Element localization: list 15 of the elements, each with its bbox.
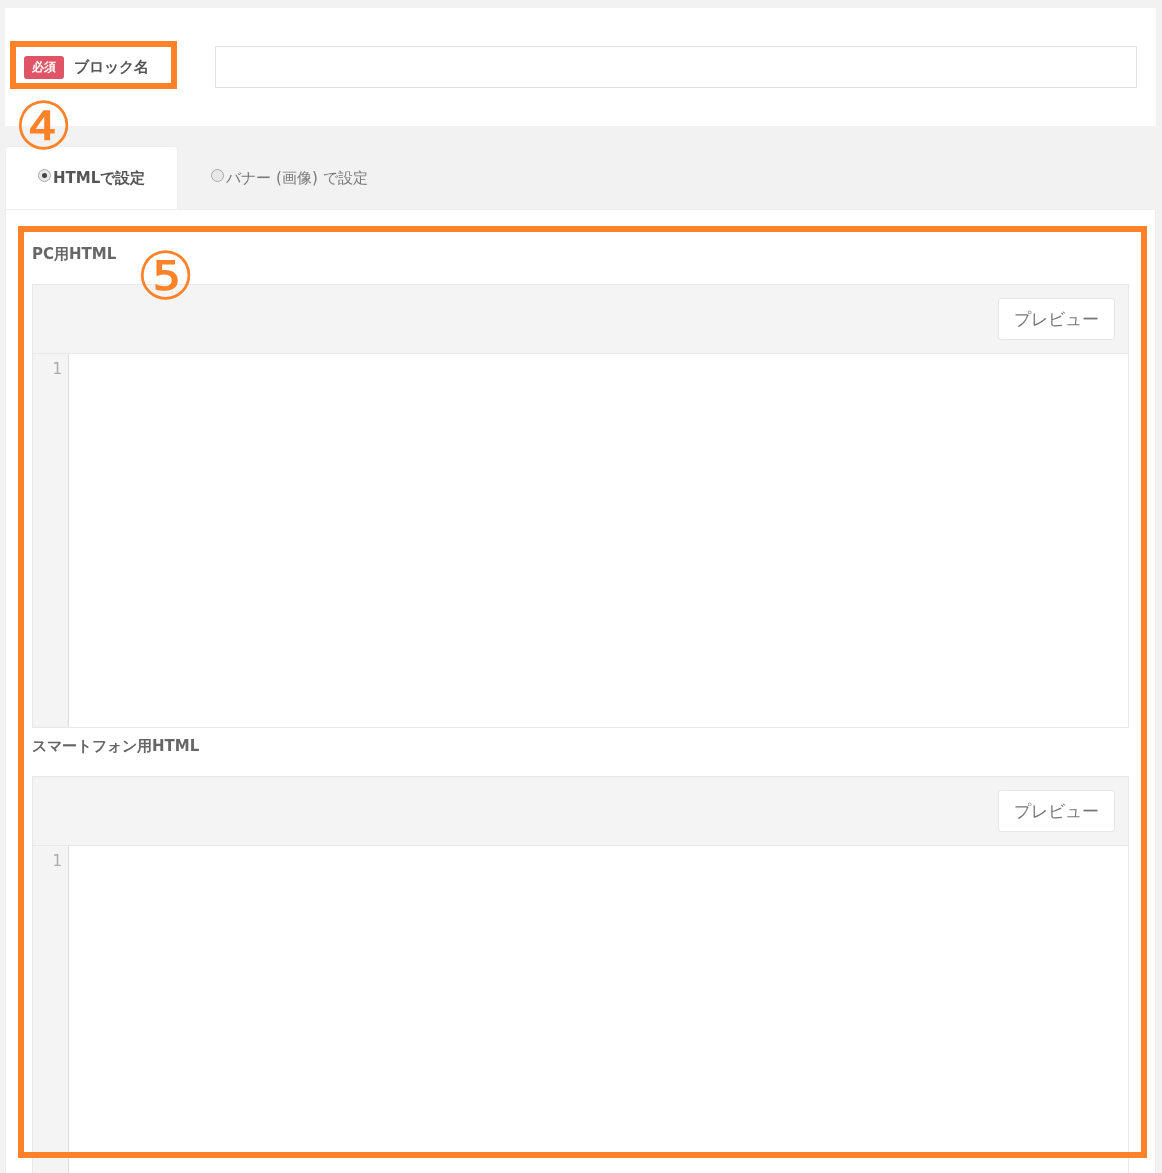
tab[interactable]: バナー (画像) で設定 <box>178 146 401 209</box>
section-title: PC用HTML <box>32 245 118 264</box>
line-number: 1 <box>52 852 62 870</box>
tab-label: HTMLで設定 <box>53 168 146 188</box>
preview-button[interactable]: プレビュー <box>998 298 1115 340</box>
line-number: 1 <box>52 360 62 378</box>
required-badge: 必須 <box>24 55 64 79</box>
radio-button[interactable] <box>38 168 51 182</box>
field-label: ブロック名 <box>74 57 149 77</box>
block-name-field[interactable] <box>215 46 1137 88</box>
section-title: スマートフォン用HTML <box>32 737 201 756</box>
code-editor[interactable]: プレビュー 1 <box>32 776 1129 1173</box>
radio-button[interactable] <box>211 168 225 182</box>
tab-label: バナー (画像) で設定 <box>226 168 368 188</box>
preview-button[interactable]: プレビュー <box>998 790 1115 832</box>
